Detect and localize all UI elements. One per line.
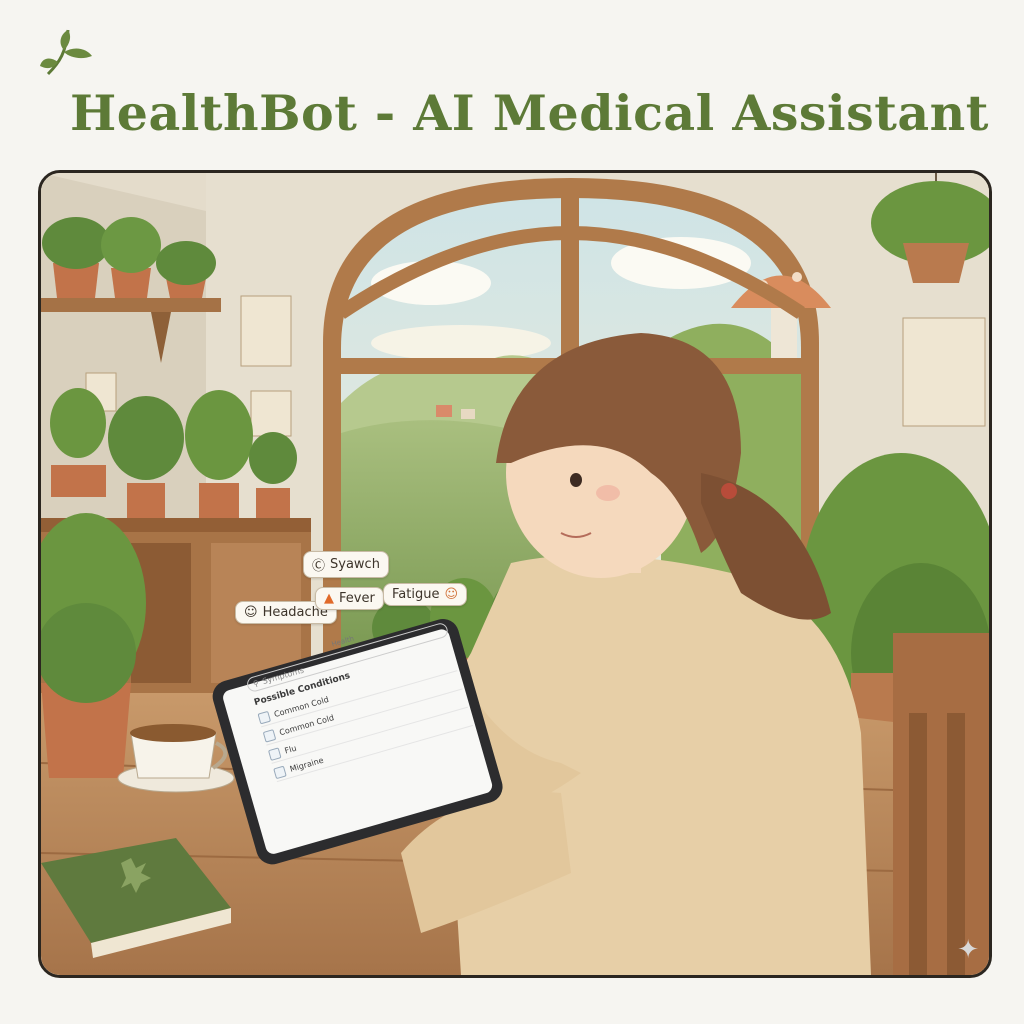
leaf-sprig-icon <box>40 29 92 76</box>
cafe-scene-illustration <box>41 173 989 975</box>
face-icon: ☺ <box>444 587 459 602</box>
symptom-bubble: Ⓒ Syawch <box>303 551 389 578</box>
condition-icon <box>257 710 272 725</box>
face-icon: ☺ <box>244 605 258 620</box>
symptom-bubble: ▲ Fever <box>315 587 384 610</box>
illustration-frame: Health ⚲ Symptoms Possible Conditions Co… <box>38 170 992 978</box>
search-icon: ⚲ <box>251 678 261 689</box>
condition-label: Migraine <box>288 755 325 774</box>
condition-icon <box>273 765 287 780</box>
sparkle-icon: ✦ <box>957 935 979 965</box>
s-circle-icon: Ⓒ <box>312 559 326 574</box>
header: HealthBot - AI Medical Assistant <box>40 22 988 142</box>
flame-icon: ▲ <box>324 591 334 606</box>
condition-label: Flu <box>283 743 298 756</box>
condition-icon <box>267 747 282 761</box>
condition-icon <box>262 729 277 743</box>
symptom-bubble: Fatigue ☺ <box>383 583 468 606</box>
page-title: HealthBot - AI Medical Assistant <box>70 84 989 142</box>
